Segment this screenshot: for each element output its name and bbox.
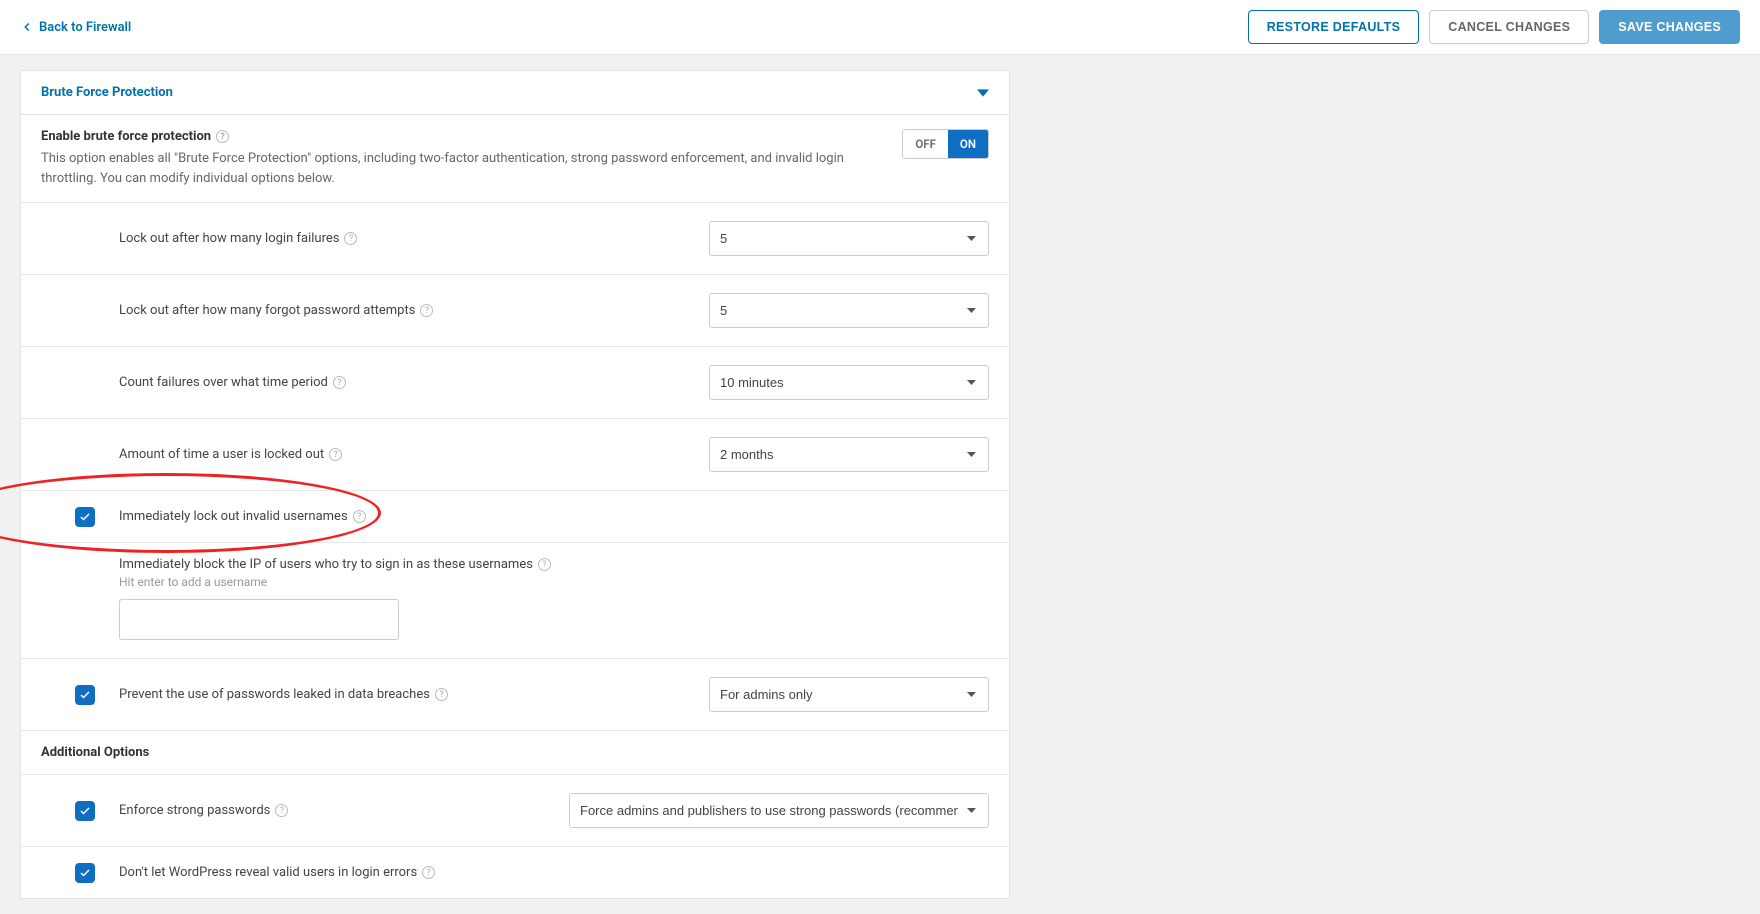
toggle-off[interactable]: OFF [903,130,948,158]
enforce-strong-select[interactable]: Force admins and publishers to use stron… [569,793,989,828]
leaked-passwords-row: Prevent the use of passwords leaked in d… [21,659,1009,731]
panel-title: Brute Force Protection [41,85,173,100]
enable-bfp-row: Enable brute force protection ? This opt… [21,115,1009,203]
dont-reveal-checkbox[interactable] [75,863,95,883]
lockout-forgot-label: Lock out after how many forgot password … [119,303,415,318]
chevron-left-icon [20,20,34,34]
leaked-passwords-select[interactable]: For admins only [709,677,989,712]
help-icon[interactable]: ? [538,558,551,571]
lockout-invalid-checkbox[interactable] [75,507,95,527]
block-ip-usernames-hint: Hit enter to add a username [119,575,989,589]
lockout-forgot-row: Lock out after how many forgot password … [21,275,1009,347]
restore-defaults-button[interactable]: RESTORE DEFAULTS [1248,10,1420,44]
page-header: Back to Firewall RESTORE DEFAULTS CANCEL… [0,0,1760,55]
lockout-failures-label: Lock out after how many login failures [119,231,339,246]
enable-bfp-description: This option enables all "Brute Force Pro… [41,149,891,188]
count-period-row: Count failures over what time period ? 1… [21,347,1009,419]
count-period-select[interactable]: 10 minutes [709,365,989,400]
help-icon[interactable]: ? [275,804,288,817]
brute-force-panel: Brute Force Protection Enable brute forc… [20,70,1010,899]
cancel-changes-button[interactable]: CANCEL CHANGES [1429,10,1589,44]
help-icon[interactable]: ? [422,866,435,879]
toggle-on[interactable]: ON [948,130,988,158]
enforce-strong-label: Enforce strong passwords [119,803,270,818]
enable-bfp-title: Enable brute force protection [41,129,211,144]
help-icon[interactable]: ? [435,688,448,701]
block-ip-usernames-input[interactable] [119,599,399,640]
lockout-duration-label: Amount of time a user is locked out [119,447,324,462]
help-icon[interactable]: ? [216,130,229,143]
help-icon[interactable]: ? [333,376,346,389]
help-icon[interactable]: ? [329,448,342,461]
leaked-passwords-label: Prevent the use of passwords leaked in d… [119,687,430,702]
leaked-passwords-checkbox[interactable] [75,685,95,705]
check-icon [79,867,91,879]
count-period-label: Count failures over what time period [119,375,328,390]
lockout-invalid-label: Immediately lock out invalid usernames [119,509,348,524]
lockout-failures-row: Lock out after how many login failures ?… [21,203,1009,275]
additional-options-title: Additional Options [21,731,1009,775]
panel-toggle-header[interactable]: Brute Force Protection [21,71,1009,115]
lockout-failures-select[interactable]: 5 [709,221,989,256]
help-icon[interactable]: ? [353,510,366,523]
save-changes-button[interactable]: SAVE CHANGES [1599,10,1740,44]
enable-bfp-toggle[interactable]: OFF ON [902,129,989,159]
lockout-forgot-select[interactable]: 5 [709,293,989,328]
dont-reveal-row: Don't let WordPress reveal valid users i… [21,847,1009,898]
check-icon [79,805,91,817]
chevron-down-icon [977,87,989,99]
back-to-firewall-link[interactable]: Back to Firewall [20,20,131,35]
lockout-duration-row: Amount of time a user is locked out ? 2 … [21,419,1009,491]
lockout-duration-select[interactable]: 2 months [709,437,989,472]
help-icon[interactable]: ? [344,232,357,245]
check-icon [79,511,91,523]
lockout-invalid-row: Immediately lock out invalid usernames ? [21,491,1009,543]
help-icon[interactable]: ? [420,304,433,317]
dont-reveal-label: Don't let WordPress reveal valid users i… [119,865,417,880]
block-ip-usernames-label: Immediately block the IP of users who tr… [119,557,533,572]
enforce-strong-checkbox[interactable] [75,801,95,821]
header-actions: RESTORE DEFAULTS CANCEL CHANGES SAVE CHA… [1248,10,1740,44]
check-icon [79,689,91,701]
enforce-strong-row: Enforce strong passwords ? Force admins … [21,775,1009,847]
back-label: Back to Firewall [39,20,131,35]
block-ip-usernames-row: Immediately block the IP of users who tr… [21,543,1009,659]
